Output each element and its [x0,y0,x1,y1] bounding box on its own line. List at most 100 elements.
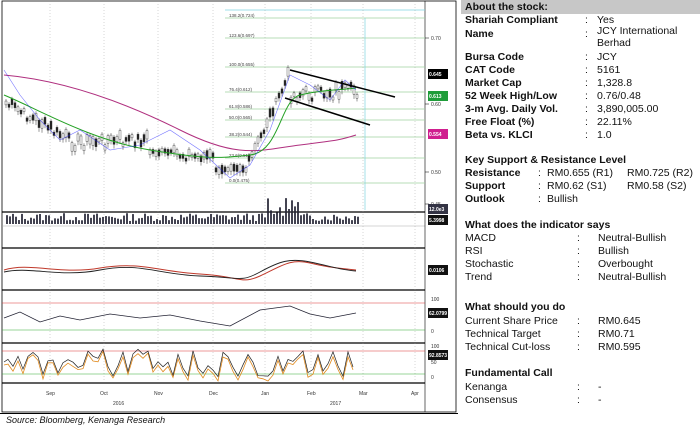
candle-body [118,130,122,140]
volume-bar [309,215,311,224]
candle-body [31,114,35,121]
volume-bar [36,214,38,224]
volume-bar [138,218,140,224]
candle-body [124,137,128,142]
volume-bar [108,216,110,224]
technical-chart: 138.2(0.724) 123.6(0.697) 100.0(0.655) 76.4… [0,0,458,413]
candle-body [256,136,260,144]
volume-bar [246,213,248,224]
volume-bar [99,217,101,224]
volume-bar [177,220,179,224]
fundamental-value: - [598,394,602,406]
about-value-line2: Berhad [597,37,631,49]
volume-bar [102,216,104,224]
volume-bar [195,214,197,224]
x-month-label: Feb [307,391,316,397]
candle-body [274,98,278,103]
volume-bar [285,198,287,224]
candle-body [175,149,179,157]
todo-label: Current Share Price [465,315,558,327]
price-tag-last: 0.645 [429,72,442,78]
volume-bar [141,217,143,224]
source-caption: Source: Bloomberg, Kenanga Research [6,415,166,425]
volume-bar [93,214,95,224]
volume-bar [324,216,326,224]
colon: : [577,232,580,244]
volume-bar [135,220,137,224]
about-label: 52 Week High/Low [465,90,557,102]
candle-body [226,167,230,172]
fib-level-label: 61.8(0.586) [229,104,253,109]
volume-bar [33,218,35,224]
volume-bar [105,216,107,224]
candle-body [268,108,272,118]
volume-bar [111,216,113,224]
volume-bar [213,217,215,224]
x-month-label: Oct [100,391,108,397]
volume-bar [120,219,122,224]
colon: : [585,64,588,76]
y-tick-label: 0.50 [431,170,441,176]
about-label: Free Float (%) [465,116,535,128]
source-bar: Source: Bloomberg, Kenanga Research [0,413,458,431]
volume-bar [6,215,8,224]
colon: : [585,116,588,128]
volume-bar [63,213,65,224]
candle-body [271,107,275,117]
volume-bar [336,216,338,224]
volume-bar [234,217,236,224]
candle-body [49,120,53,130]
volume-bar [231,217,233,224]
volume-bar [342,219,344,224]
volume-bar [204,218,206,224]
colon: : [577,271,580,283]
about-value: 1.0 [597,129,612,141]
volume-bar [84,213,86,224]
volume-bar [129,220,131,224]
volume-bar [42,220,44,224]
volume-bar [57,218,59,224]
about-value: 22.11% [597,116,632,128]
volume-bar [186,216,188,224]
volume-bar [303,214,305,224]
candle-body [79,135,83,145]
volume-bar [39,214,41,224]
volume-bar [345,216,347,224]
y-tick-label: 0.70 [431,36,441,42]
volume-bar [348,218,350,224]
y-tick-label: 0.60 [431,102,441,108]
fib-level-label: 38.2(0.544) [229,132,253,137]
volume-bar [207,216,209,224]
volume-bar [18,220,20,224]
support-label: Support [465,180,506,192]
candle-body [7,103,11,108]
candle-body [355,94,359,99]
price-tag-ma-long: 0.554 [429,132,442,138]
outlook-label: Outlook [465,193,505,205]
colon: : [577,328,580,340]
indicator-value: Bullish [598,245,629,257]
candle-body [4,100,8,106]
about-label: Name [465,28,494,40]
volume-bar [30,217,32,224]
fib-level-label: 0.0(0.475) [229,178,250,183]
volume-bar [270,210,272,224]
indicator-label: Stochastic [465,258,514,270]
volume-bar [219,215,221,224]
candle-body [37,119,41,128]
stoch-tick-label: 50 [431,360,437,366]
fundamental-value: - [598,381,602,393]
colon: : [585,14,588,26]
candle-body [232,163,236,172]
candle-body [145,130,149,140]
candle-body [22,108,26,112]
candle-body [19,110,23,115]
volume-bar [114,217,116,224]
volume-bar [297,202,299,224]
volume-bar [15,216,17,224]
candle-body [262,129,266,134]
volume-bar [117,218,119,224]
candle-body [136,133,140,140]
volume-bar [153,220,155,224]
macd-tag: 0.0106 [429,268,445,274]
